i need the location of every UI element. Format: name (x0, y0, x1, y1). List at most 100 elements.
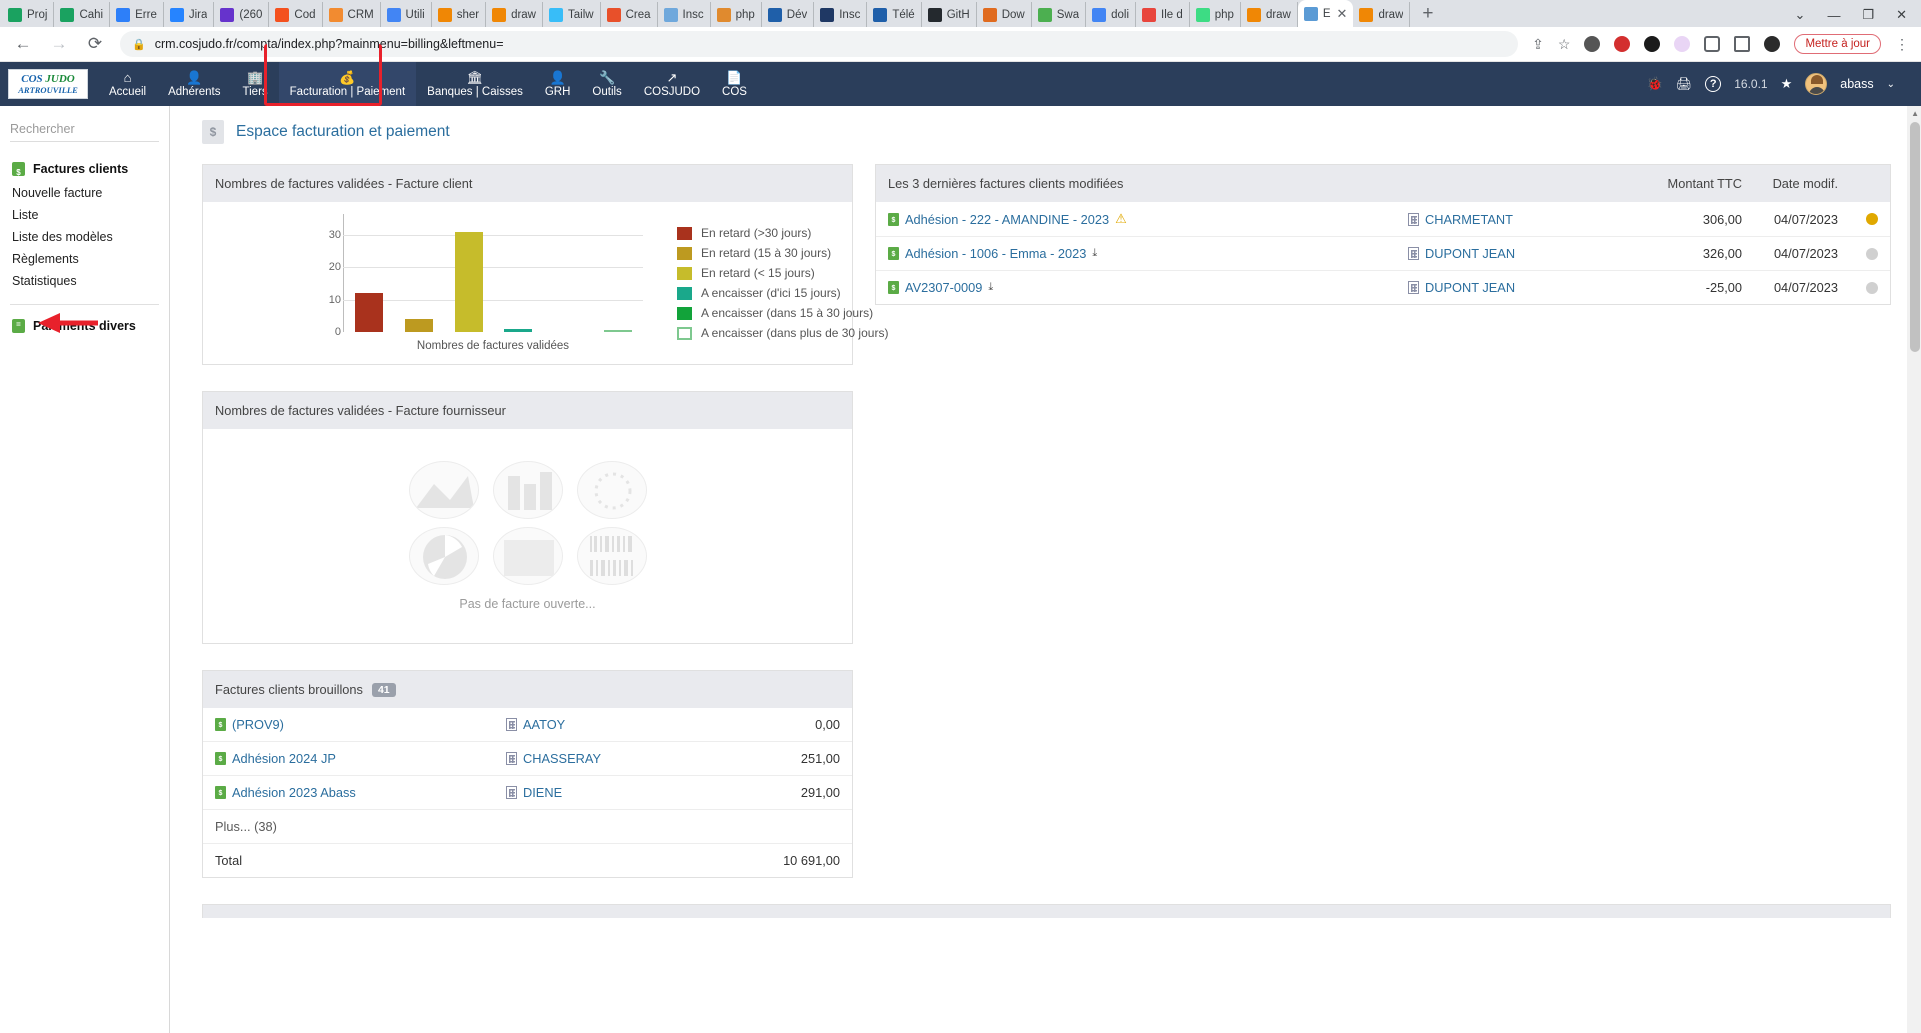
scrollbar-thumb[interactable] (1910, 122, 1920, 352)
menu-item-banques-caisses[interactable]: 🏛Banques | Caisses (416, 62, 534, 106)
print-icon[interactable]: 🖨 (1676, 76, 1693, 92)
address-bar[interactable]: 🔒 crm.cosjudo.fr/compta/index.php?mainme… (120, 31, 1518, 57)
browser-tab[interactable]: Crea (601, 2, 658, 27)
close-window-button[interactable]: ✕ (1896, 7, 1907, 23)
browser-tab[interactable]: Utili (381, 2, 432, 27)
menu-item-grh[interactable]: 👤GRH (534, 62, 582, 106)
tab-close-icon[interactable]: ✕ (1337, 6, 1348, 22)
back-button[interactable]: ← (12, 34, 34, 54)
table-row[interactable]: (PROV9)AATOY0,00 (203, 708, 852, 741)
share-icon[interactable]: ⇪ (1532, 36, 1544, 53)
draft-invoice-link[interactable]: Adhésion 2023 Abass (215, 785, 506, 800)
browser-tab[interactable]: E✕ (1298, 0, 1354, 27)
update-button[interactable]: Mettre à jour (1794, 34, 1881, 54)
adblock-extension-icon[interactable] (1614, 36, 1630, 52)
forward-button[interactable]: → (48, 34, 70, 54)
browser-tab[interactable]: draw (1241, 2, 1298, 27)
avatar[interactable] (1805, 73, 1827, 95)
browser-tab[interactable]: draw (486, 2, 543, 27)
chart-bar[interactable] (504, 329, 532, 332)
table-row[interactable]: Adhésion - 1006 - Emma - 2023⤓DUPONT JEA… (876, 236, 1890, 270)
sidebar-item-liste-des-mod-les[interactable]: Liste des modèles (0, 226, 169, 248)
draft-invoice-link[interactable]: (PROV9) (215, 717, 506, 732)
browser-menu-icon[interactable]: ⋮ (1895, 36, 1909, 53)
bookmark-star-icon[interactable]: ☆ (1558, 36, 1571, 53)
browser-tab[interactable]: Insc (658, 2, 711, 27)
recent-invoice-link[interactable]: Adhésion - 1006 - Emma - 2023⤓ (888, 246, 1408, 261)
menu-item-outils[interactable]: 🔧Outils (581, 62, 632, 106)
table-row[interactable]: Adhésion - 222 - AMANDINE - 2023⚠CHARMET… (876, 202, 1890, 236)
table-row[interactable]: Adhésion 2023 AbassDIENE291,00 (203, 775, 852, 809)
third-party-link[interactable]: CHASSERAY (506, 751, 744, 766)
app-logo[interactable]: COS JUDO ARTROUVILLE (8, 69, 88, 99)
paint-extension-icon[interactable] (1674, 36, 1690, 52)
reload-button[interactable]: ⟳ (84, 34, 106, 54)
menu-item-tiers[interactable]: 🏢Tiers (232, 62, 279, 106)
sidebar-item-liste[interactable]: Liste (0, 204, 169, 226)
sidebar-item-statistiques[interactable]: Statistiques (0, 270, 169, 292)
browser-tab[interactable]: Télé (867, 2, 921, 27)
browser-tab[interactable]: sher (432, 2, 486, 27)
browser-tab[interactable]: GitH (922, 2, 977, 27)
recent-invoice-link[interactable]: AV2307-0009⤓ (888, 280, 1408, 295)
browser-tab[interactable]: php (711, 2, 762, 27)
pocket-extension-icon[interactable] (1584, 36, 1600, 52)
browser-tab[interactable]: CRM (323, 2, 381, 27)
download-pdf-icon[interactable]: ⤓ (1092, 247, 1097, 260)
sidebar-item-nouvelle-facture[interactable]: Nouvelle facture (0, 182, 169, 204)
search-input[interactable] (10, 122, 171, 136)
sidebar-item-r-glements[interactable]: Règlements (0, 248, 169, 270)
chart-bar[interactable] (405, 319, 433, 332)
browser-tab[interactable]: Jira (164, 2, 215, 27)
table-row[interactable]: AV2307-0009⤓DUPONT JEAN-25,0004/07/2023 (876, 270, 1890, 304)
new-tab-button[interactable]: + (1410, 3, 1445, 27)
bug-icon[interactable]: 🐞 (1647, 76, 1663, 92)
scroll-up-arrow[interactable]: ▲ (1911, 109, 1919, 118)
drafts-more-label[interactable]: Plus... (38) (215, 819, 506, 834)
download-pdf-icon[interactable]: ⤓ (988, 281, 993, 294)
browser-tab[interactable]: (260 (214, 2, 269, 27)
sidebar-search[interactable]: ▾ (10, 116, 159, 142)
username-label[interactable]: abass (1840, 77, 1873, 91)
table-row[interactable]: Adhésion 2024 JPCHASSERAY251,00 (203, 741, 852, 775)
browser-tab[interactable]: Erre (110, 2, 164, 27)
menu-item-cos[interactable]: 📄COS (711, 62, 758, 106)
minimize-button[interactable]: — (1827, 8, 1840, 23)
page-scrollbar[interactable]: ▲ (1907, 106, 1921, 1033)
maximize-button[interactable]: ❐ (1862, 7, 1874, 23)
browser-tab[interactable]: Swa (1032, 2, 1086, 27)
chart-bar[interactable] (355, 293, 383, 332)
browser-tab[interactable]: draw (1353, 2, 1410, 27)
browser-tab[interactable]: Ile d (1136, 2, 1190, 27)
tab-search-icon[interactable]: ⌄ (1795, 7, 1806, 23)
sidebar-group-factures-clients[interactable]: Factures clients (0, 158, 169, 182)
browser-tab[interactable]: Cahi (54, 2, 110, 27)
puzzle-extensions-icon[interactable] (1704, 36, 1720, 52)
bookmarks-star-icon[interactable]: ★ (1781, 76, 1793, 92)
third-party-link[interactable]: CHARMETANT (1408, 212, 1646, 227)
drafts-more-row[interactable]: Plus... (38) (203, 809, 852, 843)
browser-tab[interactable]: Insc (814, 2, 867, 27)
browser-tab[interactable]: Cod (269, 2, 322, 27)
menu-item-adh-rents[interactable]: 👤Adhérents (157, 62, 231, 106)
user-caret-icon[interactable]: ⌄ (1887, 79, 1895, 90)
help-icon[interactable]: ? (1705, 76, 1721, 92)
chart-bar[interactable] (455, 232, 483, 332)
profile-extension-icon[interactable] (1764, 36, 1780, 52)
sidebar-toggle-icon[interactable] (1734, 36, 1750, 52)
browser-tab[interactable]: php (1190, 2, 1241, 27)
chart-bar[interactable] (604, 330, 632, 332)
browser-tab[interactable]: Dow (977, 2, 1032, 27)
browser-tab[interactable]: doli (1086, 2, 1136, 27)
draft-invoice-link[interactable]: Adhésion 2024 JP (215, 751, 506, 766)
third-party-link[interactable]: AATOY (506, 717, 744, 732)
browser-tab[interactable]: Dév (762, 2, 814, 27)
menu-item-accueil[interactable]: ⌂Accueil (98, 62, 157, 106)
third-party-link[interactable]: DUPONT JEAN (1408, 280, 1646, 295)
third-party-link[interactable]: DIENE (506, 785, 744, 800)
menu-item-cosjudo[interactable]: ↗COSJUDO (633, 62, 711, 106)
browser-tab[interactable]: Proj (2, 2, 54, 27)
third-party-link[interactable]: DUPONT JEAN (1408, 246, 1646, 261)
lion-extension-icon[interactable] (1644, 36, 1660, 52)
browser-tab[interactable]: Tailw (543, 2, 601, 27)
